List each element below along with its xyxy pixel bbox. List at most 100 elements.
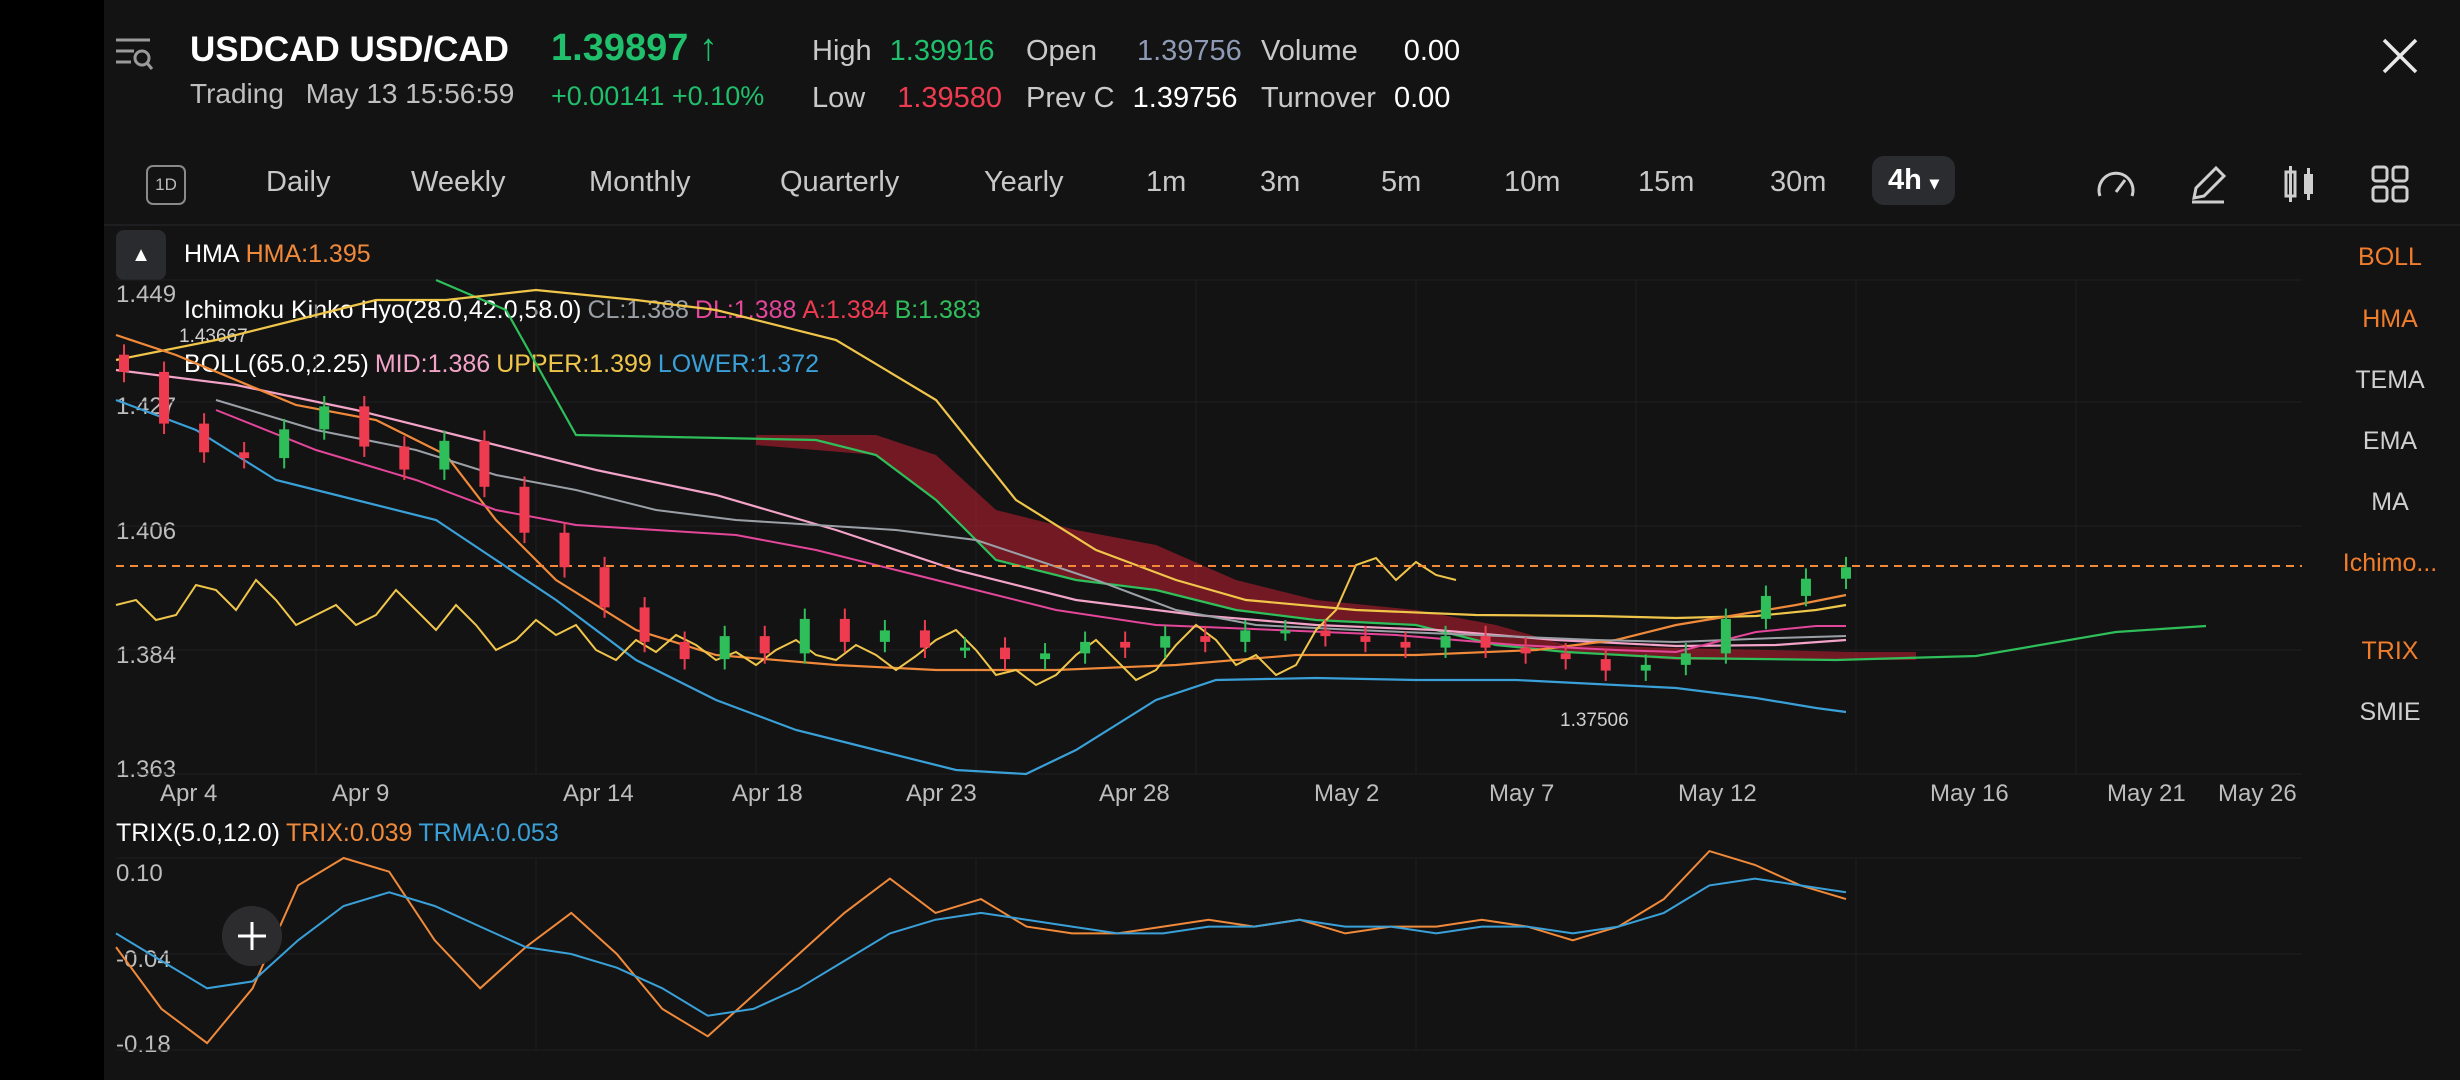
candle-body <box>439 440 450 470</box>
candle-body <box>479 440 490 487</box>
period-5m[interactable]: 5m <box>1381 166 1421 199</box>
trix-line <box>115 849 1847 1045</box>
candle-body <box>599 567 610 608</box>
price-value: 1.39897 <box>551 27 689 69</box>
grid-layout-icon[interactable] <box>2368 162 2412 206</box>
candle-body <box>159 371 170 424</box>
header-divider <box>104 224 2460 226</box>
status-timestamp: May 13 15:56:59 <box>305 78 515 109</box>
indicator-trix[interactable]: TRIX <box>2324 637 2456 666</box>
candle-body <box>1240 630 1251 642</box>
stat-low: Low 1.39580 <box>812 82 1002 115</box>
candle-body <box>199 423 210 453</box>
period-yearly[interactable]: Yearly <box>984 166 1064 199</box>
candle-body <box>959 647 970 651</box>
candle-body <box>919 630 930 648</box>
candle-body <box>1120 641 1131 648</box>
indicator-ichimoku[interactable]: Ichimo... <box>2324 549 2456 578</box>
candle-body <box>1160 636 1171 648</box>
collapse-legend-button[interactable]: ▲ <box>116 230 166 280</box>
period-weekly[interactable]: Weekly <box>411 166 506 199</box>
candlestick-icon[interactable] <box>2278 162 2322 206</box>
speedometer-icon[interactable] <box>2094 162 2138 206</box>
x-tick-label: May 12 <box>1678 780 1757 807</box>
indicator-ema[interactable]: EMA <box>2324 427 2456 456</box>
chevron-down-icon: ▾ <box>1929 173 1939 193</box>
candle-body <box>119 354 129 372</box>
stat-high-value: 1.39916 <box>889 35 995 67</box>
stat-volume-label: Volume <box>1261 35 1358 67</box>
trma-value: TRMA:0.053 <box>418 819 559 847</box>
period-30m[interactable]: 30m <box>1770 166 1826 199</box>
stat-low-value: 1.39580 <box>897 82 1003 114</box>
candle-body <box>1520 647 1531 654</box>
candle-body <box>1841 567 1851 579</box>
symbol-pair: USD/CAD <box>349 30 509 69</box>
indicator-hma[interactable]: HMA <box>2324 305 2456 334</box>
symbol-title: USDCAD USD/CAD <box>190 30 509 70</box>
trix-value: TRIX:0.039 <box>285 819 413 847</box>
stat-turnover: Turnover 0.00 <box>1261 82 1450 115</box>
hma-legend: HMA HMA:1.395 <box>184 240 377 269</box>
indicator-boll[interactable]: BOLL <box>2324 243 2456 272</box>
trix-chart[interactable] <box>115 849 2302 1052</box>
boll-upper-line <box>115 288 1847 620</box>
change-abs: +0.00141 <box>551 81 665 111</box>
period-3m[interactable]: 3m <box>1260 166 1300 199</box>
candle-body <box>839 618 850 642</box>
candle-body <box>559 532 570 568</box>
x-tick-label: Apr 28 <box>1099 780 1170 807</box>
period-quarterly[interactable]: Quarterly <box>780 166 899 199</box>
stat-high-label: High <box>812 35 872 67</box>
x-tick-label: Apr 4 <box>160 780 218 807</box>
x-tick-label: May 16 <box>1930 780 2009 807</box>
close-icon[interactable] <box>2378 34 2422 78</box>
period-4h[interactable]: 4h ▾ <box>1872 156 1955 205</box>
period-15m[interactable]: 15m <box>1638 166 1694 199</box>
crosshair-add-button[interactable] <box>222 906 282 966</box>
period-1m[interactable]: 1m <box>1146 166 1186 199</box>
chart-app: USDCAD USD/CAD 1.39897 ↑ Trading May 13 … <box>104 0 2460 1080</box>
current-price: 1.39897 ↑ <box>551 27 718 70</box>
stat-high: High 1.39916 <box>812 35 994 68</box>
candle-body <box>1480 636 1491 648</box>
candle-body <box>1720 618 1731 654</box>
candle-body <box>1760 595 1771 619</box>
period-daily[interactable]: Daily <box>266 166 330 199</box>
price-chart[interactable] <box>115 278 2302 780</box>
draw-pen-icon[interactable] <box>2186 162 2230 206</box>
hma-legend-value: HMA:1.395 <box>245 240 371 268</box>
change-pct: +0.10% <box>671 81 765 111</box>
stat-low-label: Low <box>812 82 866 114</box>
period-calendar-icon[interactable]: 1D <box>146 165 186 205</box>
period-10m[interactable]: 10m <box>1504 166 1560 199</box>
candle-body <box>1680 653 1691 665</box>
x-tick-label: May 7 <box>1489 780 1555 807</box>
candle-body <box>1000 647 1011 660</box>
candle-body <box>719 636 730 660</box>
period-monthly[interactable]: Monthly <box>589 166 691 199</box>
stat-turnover-label: Turnover <box>1261 82 1376 114</box>
status-label: Trading <box>190 78 284 109</box>
indicator-smie[interactable]: SMIE <box>2324 698 2456 727</box>
x-tick-label: Apr 18 <box>732 780 803 807</box>
period-bar: 1D Daily Weekly Monthly Quarterly Yearly… <box>104 152 2460 218</box>
stat-prevc: Prev C 1.39756 <box>1026 82 1237 115</box>
candle-body <box>1360 636 1371 642</box>
trix-legend: TRIX(5.0,12.0) TRIX:0.039 TRMA:0.053 <box>116 819 565 848</box>
candle-body <box>1200 636 1211 642</box>
indicator-ma[interactable]: MA <box>2324 488 2456 517</box>
menu-search-icon[interactable] <box>114 34 154 74</box>
stat-volume-value: 0.00 <box>1403 35 1461 67</box>
indicator-tema[interactable]: TEMA <box>2324 366 2456 395</box>
x-tick-label: Apr 14 <box>563 780 634 807</box>
stat-turnover-value: 0.00 <box>1393 82 1451 114</box>
candle-body <box>879 630 890 642</box>
candle-body <box>1440 636 1451 648</box>
candle-body <box>1800 578 1811 596</box>
candle-body <box>1080 641 1091 654</box>
candle-body <box>1400 641 1411 648</box>
x-tick-label: May 26 <box>2218 780 2297 807</box>
stat-prevc-label: Prev C <box>1026 82 1115 114</box>
candle-body <box>1040 653 1051 660</box>
